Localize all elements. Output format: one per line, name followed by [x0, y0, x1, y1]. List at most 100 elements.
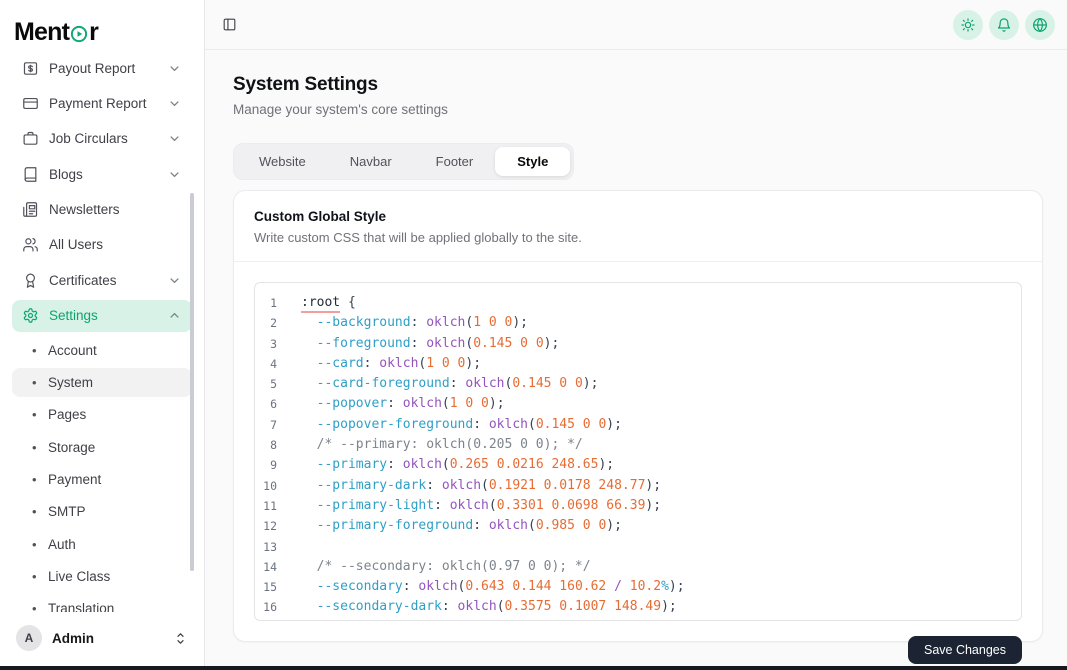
save-changes-button[interactable]: Save Changes — [908, 636, 1022, 664]
topbar — [205, 0, 1067, 50]
chevrons-up-down-icon — [173, 631, 188, 646]
chevron-up-icon — [167, 308, 182, 323]
line-number: 11 — [255, 496, 277, 516]
bullet-icon: • — [32, 375, 40, 390]
sidebar-item-payout-report[interactable]: Payout Report — [12, 52, 192, 84]
chevron-down-icon — [167, 61, 182, 76]
page-content: System Settings Manage your system's cor… — [205, 50, 1067, 642]
tab-website[interactable]: Website — [237, 147, 328, 176]
sidebar-subitem-label: Pages — [48, 407, 86, 422]
code-line: 6 --popover: oklch(1 0 0); — [255, 394, 1021, 414]
banknote-icon — [22, 60, 39, 77]
code-line: 9 --primary: oklch(0.265 0.0216 248.65); — [255, 455, 1021, 475]
code-line: 15 --secondary: oklch(0.643 0.144 160.62… — [255, 577, 1021, 597]
sidebar-toggle-button[interactable] — [222, 17, 237, 32]
line-number: 13 — [255, 537, 277, 557]
sidebar-subitem-payment[interactable]: • Payment — [12, 465, 192, 494]
settings-submenu: • Account • System • Pages • Storage • P… — [12, 336, 192, 612]
bell-icon — [996, 17, 1012, 33]
card-body: 1 :root { 2 --background: oklch(1 0 0); … — [234, 262, 1042, 641]
sidebar-subitem-storage[interactable]: • Storage — [12, 433, 192, 462]
sidebar-item-label: Settings — [49, 308, 98, 323]
line-number: 16 — [255, 597, 277, 617]
sidebar-subitem-live-class[interactable]: • Live Class — [12, 562, 192, 591]
sidebar-item-payment-report[interactable]: Payment Report — [12, 87, 192, 119]
topbar-actions — [953, 10, 1055, 40]
sidebar-item-label: All Users — [49, 237, 103, 252]
brand-logo: Ment r — [0, 0, 204, 50]
chevron-down-icon — [167, 167, 182, 182]
sidebar-item-all-users[interactable]: All Users — [12, 229, 192, 261]
tab-navbar[interactable]: Navbar — [328, 147, 414, 176]
sidebar-subitem-system[interactable]: • System — [12, 368, 192, 397]
bullet-icon: • — [32, 569, 40, 584]
code-line: 8 /* --primary: oklch(0.205 0 0); */ — [255, 435, 1021, 455]
tab-style[interactable]: Style — [495, 147, 570, 176]
line-number: 4 — [255, 354, 277, 374]
code-line: 14 /* --secondary: oklch(0.97 0 0); */ — [255, 557, 1021, 577]
line-number: 8 — [255, 435, 277, 455]
sidebar-item-settings[interactable]: Settings — [12, 300, 192, 332]
brand-name-suffix: r — [89, 18, 98, 47]
chevron-down-icon — [167, 96, 182, 111]
card-subtitle: Write custom CSS that will be applied gl… — [254, 230, 1022, 245]
sidebar-subitem-pages[interactable]: • Pages — [12, 400, 192, 429]
css-code-editor[interactable]: 1 :root { 2 --background: oklch(1 0 0); … — [254, 282, 1022, 621]
sidebar-item-label: Certificates — [49, 273, 117, 288]
code-line: 4 --card: oklch(1 0 0); — [255, 354, 1021, 374]
code-line: 17 --secondary-light: oklch(0.95 0.052 1… — [255, 618, 1021, 621]
sidebar-item-certificates[interactable]: Certificates — [12, 264, 192, 296]
sidebar-subitem-account[interactable]: • Account — [12, 336, 192, 365]
sidebar-item-label: Blogs — [49, 167, 83, 182]
sidebar-nav: Payout Report Payment Report Job Circula… — [0, 50, 204, 612]
bullet-icon: • — [32, 472, 40, 487]
sidebar-subitem-label: Storage — [48, 440, 95, 455]
sidebar-subitem-label: Translation — [48, 601, 114, 612]
page-subtitle: Manage your system's core settings — [233, 102, 1043, 117]
code-line: 16 --secondary-dark: oklch(0.3575 0.1007… — [255, 597, 1021, 617]
app-window: Ment r Payout Report Payment Report Job … — [0, 0, 1067, 670]
sidebar-subitem-auth[interactable]: • Auth — [12, 530, 192, 559]
sidebar-subitem-translation[interactable]: • Translation — [12, 594, 192, 612]
code-line: 7 --popover-foreground: oklch(0.145 0 0)… — [255, 415, 1021, 435]
sidebar-subitem-label: Auth — [48, 537, 76, 552]
globe-icon — [1032, 17, 1048, 33]
user-menu[interactable]: A Admin — [0, 618, 204, 658]
main-area: System Settings Manage your system's cor… — [205, 0, 1067, 666]
theme-toggle-button[interactable] — [953, 10, 983, 40]
credit-card-icon — [22, 95, 39, 112]
line-number: 3 — [255, 334, 277, 354]
line-number: 2 — [255, 313, 277, 333]
sidebar-scrollbar[interactable] — [190, 193, 194, 571]
sidebar-item-job-circulars[interactable]: Job Circulars — [12, 123, 192, 155]
code-line: 3 --foreground: oklch(0.145 0 0); — [255, 334, 1021, 354]
sun-icon — [960, 17, 976, 33]
code-line: 1 :root { — [255, 293, 1021, 313]
panel-left-icon — [222, 17, 237, 32]
sidebar-item-newsletters[interactable]: Newsletters — [12, 194, 192, 226]
chevron-down-icon — [167, 131, 182, 146]
briefcase-icon — [22, 130, 39, 147]
line-number: 9 — [255, 455, 277, 475]
tab-footer[interactable]: Footer — [414, 147, 496, 176]
avatar: A — [16, 625, 42, 651]
language-button[interactable] — [1025, 10, 1055, 40]
settings-tabs: WebsiteNavbarFooterStyle — [233, 143, 574, 180]
sidebar-subitem-label: SMTP — [48, 504, 86, 519]
line-number: 15 — [255, 577, 277, 597]
page-title: System Settings — [233, 74, 1043, 96]
book-icon — [22, 166, 39, 183]
code-line: 5 --card-foreground: oklch(0.145 0 0); — [255, 374, 1021, 394]
award-icon — [22, 272, 39, 289]
line-number: 5 — [255, 374, 277, 394]
sidebar-item-label: Newsletters — [49, 202, 120, 217]
card-title: Custom Global Style — [254, 209, 1022, 224]
card-header: Custom Global Style Write custom CSS tha… — [234, 191, 1042, 262]
sidebar-item-label: Job Circulars — [49, 131, 128, 146]
user-name: Admin — [52, 631, 94, 646]
sidebar-item-blogs[interactable]: Blogs — [12, 158, 192, 190]
sidebar-subitem-smtp[interactable]: • SMTP — [12, 497, 192, 526]
notifications-button[interactable] — [989, 10, 1019, 40]
bullet-icon: • — [32, 440, 40, 455]
window-bottom-edge — [0, 666, 1067, 670]
